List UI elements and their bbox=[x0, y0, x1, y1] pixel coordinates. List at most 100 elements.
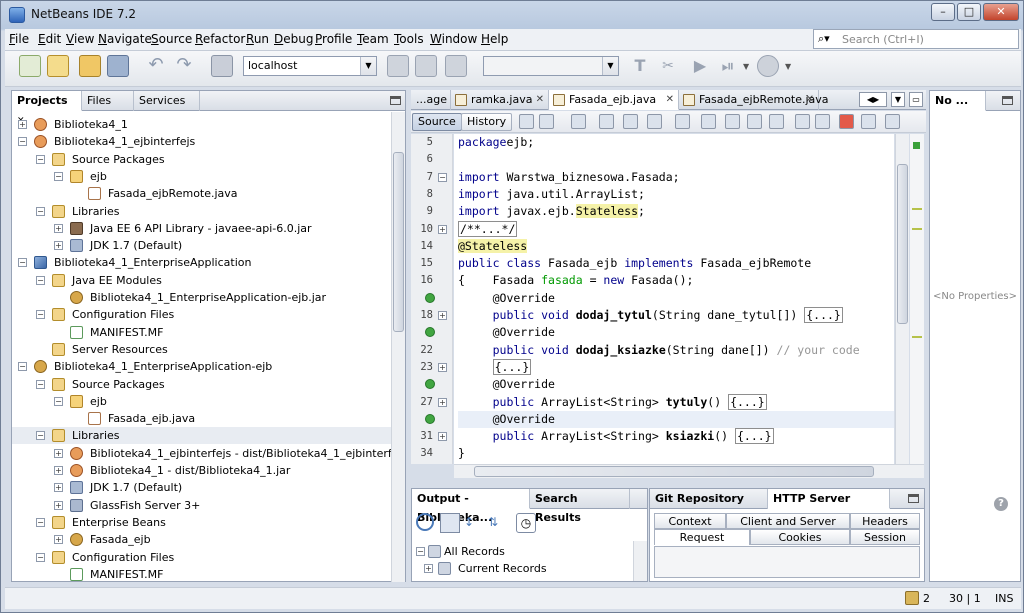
tree-item[interactable]: + Biblioteka4_1_ejbinterfejs - dist/Bibli… bbox=[12, 445, 391, 462]
notifications-icon[interactable] bbox=[905, 591, 919, 605]
menu-view[interactable]: View bbox=[66, 32, 94, 46]
filter-icon[interactable] bbox=[440, 513, 460, 533]
code-line[interactable]: /**...*/ bbox=[458, 220, 894, 238]
tree-item[interactable]: MANIFEST.MF bbox=[12, 566, 391, 582]
code-line[interactable]: public void dodaj_ksiazke(String dane[])… bbox=[458, 342, 894, 359]
toggle-highlight-icon[interactable] bbox=[675, 114, 690, 129]
tree-item[interactable]: − Java EE Modules bbox=[12, 272, 391, 289]
notifications-count[interactable]: 2 bbox=[923, 592, 930, 605]
collapse-icon[interactable]: − bbox=[54, 171, 63, 181]
hammer-icon[interactable]: T bbox=[629, 55, 651, 77]
chevron-down-icon[interactable]: ▼ bbox=[785, 62, 791, 71]
code-line[interactable]: @Override bbox=[458, 290, 894, 307]
maximize-button[interactable]: □ bbox=[957, 3, 981, 21]
menu-edit[interactable]: Edit bbox=[38, 32, 61, 46]
tab-navigator[interactable]: No ... bbox=[930, 91, 986, 111]
tree-item[interactable]: − Source Packages bbox=[12, 376, 391, 393]
close-icon[interactable]: ✕ bbox=[806, 90, 814, 109]
editor-tab[interactable]: Fasada_ejb.java ✕ bbox=[549, 90, 679, 110]
comment-icon[interactable] bbox=[885, 114, 900, 129]
menu-tools[interactable]: Tools bbox=[394, 32, 424, 46]
expand-icon[interactable]: + bbox=[424, 564, 433, 573]
source-view-button[interactable]: Source bbox=[412, 113, 462, 131]
code-line[interactable]: } bbox=[458, 445, 894, 462]
tab-client-and-server[interactable]: Client and Server bbox=[726, 513, 850, 529]
scroll-thumb[interactable] bbox=[897, 164, 908, 324]
tree-item[interactable]: Biblioteka4_1_EnterpriseApplication-ejb.… bbox=[12, 289, 391, 306]
tree-item[interactable]: − Biblioteka4_1_EnterpriseApplication-ejb bbox=[12, 358, 391, 375]
code-line[interactable]: @Override bbox=[458, 324, 894, 341]
profile-icon[interactable] bbox=[757, 55, 779, 77]
menu-window[interactable]: Window bbox=[430, 32, 477, 46]
forward-icon[interactable] bbox=[571, 114, 586, 129]
config-select[interactable]: localhost ▼ bbox=[243, 56, 377, 76]
tree-item[interactable]: MANIFEST.MF bbox=[12, 324, 391, 341]
tree-item[interactable]: Server Resources bbox=[12, 341, 391, 358]
history-view-button[interactable]: History bbox=[461, 113, 513, 131]
editor-scrollbar[interactable] bbox=[895, 134, 909, 464]
collapse-icon[interactable]: − bbox=[18, 137, 27, 147]
sort-icon[interactable]: ↕ bbox=[464, 515, 482, 531]
expand-icon[interactable]: + bbox=[54, 535, 63, 545]
code-line[interactable]: public ArrayList<String> tytuly() {...} bbox=[458, 393, 894, 411]
collapse-icon[interactable]: − bbox=[36, 517, 45, 527]
tree-item[interactable]: + JDK 1.7 (Default) bbox=[12, 237, 391, 254]
editor-tab[interactable]: ...age bbox=[411, 90, 451, 110]
code-line[interactable]: @Override bbox=[458, 410, 894, 428]
override-marker-icon[interactable] bbox=[425, 327, 435, 338]
code-line[interactable]: public class Fasada_ejb implements Fasad… bbox=[458, 255, 894, 272]
minimize-panel-icon[interactable] bbox=[390, 96, 401, 105]
run-icon[interactable]: ▶ bbox=[689, 55, 711, 77]
tab-files[interactable]: Files bbox=[82, 91, 134, 111]
override-marker-icon[interactable] bbox=[425, 292, 435, 303]
mark-stripe[interactable] bbox=[912, 208, 922, 210]
undo-icon[interactable]: ↶ bbox=[145, 55, 167, 77]
expand-icon[interactable]: + bbox=[54, 241, 63, 251]
expand-fold-icon[interactable]: + bbox=[438, 224, 447, 234]
minimize-panel-icon[interactable] bbox=[908, 494, 919, 503]
code-line[interactable]: {...} bbox=[458, 358, 894, 376]
stop-macro-icon[interactable] bbox=[861, 114, 876, 129]
tree-item[interactable]: − ejb bbox=[12, 393, 391, 410]
tab-search-results[interactable]: Search Results bbox=[530, 489, 630, 524]
mark-stripe[interactable] bbox=[912, 228, 922, 230]
expand-icon[interactable]: + bbox=[54, 483, 63, 493]
tree-item[interactable]: + GlassFish Server 3+ bbox=[12, 497, 391, 514]
monitor-icon[interactable] bbox=[211, 55, 233, 77]
tab-projects[interactable]: Projects ✕ bbox=[12, 91, 82, 126]
menu-debug[interactable]: Debug bbox=[274, 32, 313, 46]
expand-fold-icon[interactable]: + bbox=[438, 432, 447, 442]
tab-request[interactable]: Request bbox=[654, 529, 750, 545]
tree-item[interactable]: − Configuration Files bbox=[12, 306, 391, 323]
tree-item[interactable]: − Enterprise Beans bbox=[12, 514, 391, 531]
debug-icon[interactable]: ⏯ bbox=[717, 55, 739, 77]
collapse-icon[interactable]: − bbox=[36, 310, 45, 320]
expand-icon[interactable]: + bbox=[54, 466, 63, 475]
search-box[interactable]: ⌕▾ Search (Ctrl+I) bbox=[813, 29, 1019, 49]
last-edit-icon[interactable] bbox=[519, 114, 534, 129]
override-marker-icon[interactable] bbox=[425, 413, 435, 424]
expand-icon[interactable]: + bbox=[18, 120, 27, 129]
tab-cookies[interactable]: Cookies bbox=[750, 529, 850, 545]
tree-item[interactable]: + JDK 1.7 (Default) bbox=[12, 479, 391, 496]
close-button[interactable]: ✕ bbox=[983, 3, 1019, 21]
menu-navigate[interactable]: Navigate bbox=[98, 32, 152, 46]
shift-left-icon[interactable] bbox=[795, 114, 810, 129]
code-line[interactable]: import Warstwa_biznesowa.Fasada; bbox=[458, 169, 894, 186]
open-project-icon[interactable] bbox=[79, 55, 101, 77]
collapse-icon[interactable]: − bbox=[416, 547, 425, 556]
start-macro-icon[interactable] bbox=[839, 114, 854, 129]
expand-icon[interactable]: + bbox=[54, 448, 63, 458]
tree-item[interactable]: − Biblioteka4_1_ejbinterfejs bbox=[12, 133, 391, 150]
code-line[interactable]: public void dodaj_tytul(String dane_tytu… bbox=[458, 307, 894, 324]
redo-icon[interactable]: ↷ bbox=[173, 55, 195, 77]
menu-profile[interactable]: Profile bbox=[315, 32, 352, 46]
collapse-icon[interactable]: − bbox=[36, 275, 45, 285]
toggle-rect-icon[interactable] bbox=[701, 114, 716, 129]
expand-fold-icon[interactable]: + bbox=[438, 362, 447, 372]
expand-fold-icon[interactable]: + bbox=[438, 311, 447, 320]
code-line[interactable]: @Stateless bbox=[458, 238, 894, 255]
collapse-icon[interactable]: − bbox=[18, 362, 27, 372]
code-line[interactable]: { Fasada fasada = new Fasada(); bbox=[458, 272, 894, 289]
tab-services[interactable]: Services bbox=[134, 91, 200, 111]
